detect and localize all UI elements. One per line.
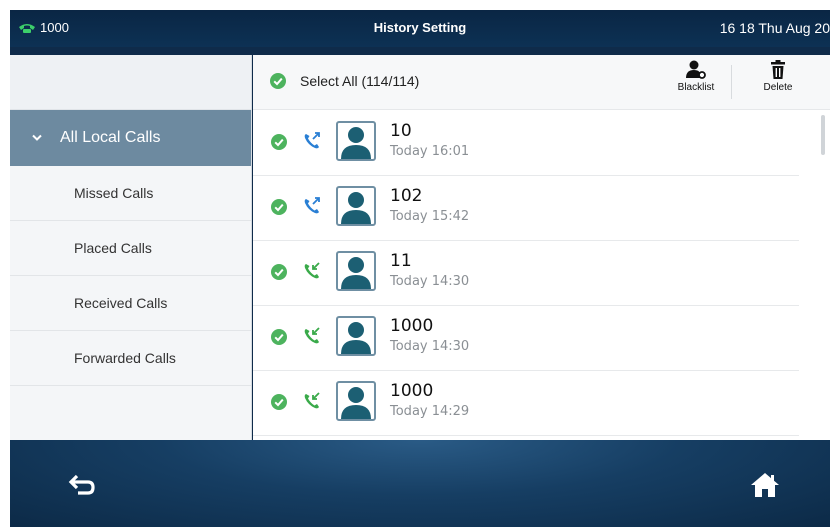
back-button[interactable]: [68, 472, 98, 500]
back-arrow-icon: [68, 474, 95, 495]
check-circle-icon[interactable]: [271, 199, 287, 215]
contact-avatar: [336, 316, 376, 356]
outgoing-call-icon: [304, 132, 320, 149]
date-time: 16 18 Thu Aug 20: [719, 20, 830, 36]
phone-screen: 1000 History Setting 16 18 Thu Aug 20 Al…: [10, 10, 830, 527]
check-circle-icon[interactable]: [271, 329, 287, 345]
sidebar-item-forwarded-calls[interactable]: Forwarded Calls: [10, 331, 251, 386]
call-list-item[interactable]: 1000 Today 14:29: [253, 371, 799, 436]
check-circle-icon[interactable]: [271, 394, 287, 410]
sidebar-item-all-local-calls[interactable]: All Local Calls: [10, 110, 251, 166]
call-list-item[interactable]: 11 Today 14:30: [253, 241, 799, 306]
call-time: Today 15:42: [390, 209, 470, 224]
contact-avatar: [336, 121, 376, 161]
status-bar: 1000 History Setting 16 18 Thu Aug 20: [10, 10, 830, 47]
incoming-call-icon: [304, 392, 320, 409]
person-icon: [341, 387, 371, 419]
call-number: 102: [390, 186, 423, 206]
call-time: Today 14:29: [390, 404, 470, 419]
person-icon: [341, 322, 371, 354]
call-number: 11: [390, 251, 412, 271]
call-list: 10 Today 16:01 102 Today 15:42 11 Today …: [253, 111, 830, 440]
blacklist-label: Blacklist: [677, 82, 715, 93]
delete-label: Delete: [763, 82, 793, 93]
home-button[interactable]: [750, 471, 780, 499]
home-icon: [751, 473, 779, 497]
page-title: History Setting: [373, 20, 467, 35]
sidebar-item-label: Forwarded Calls: [74, 350, 176, 366]
call-list-item[interactable]: 1000 Today 14:30: [253, 306, 799, 371]
toolbar-divider: [731, 65, 732, 99]
call-number: 1000: [390, 316, 434, 336]
person-icon: [341, 192, 371, 224]
call-time: Today 16:01: [390, 144, 470, 159]
sidebar-item-label: All Local Calls: [60, 129, 161, 146]
sidebar-item-label: Received Calls: [74, 295, 168, 311]
sidebar: All Local Calls Missed Calls Placed Call…: [10, 55, 252, 440]
call-list-item[interactable]: 10 Today 16:01: [253, 111, 799, 176]
select-all-checkbox[interactable]: Select All (114/114): [270, 73, 419, 89]
incoming-call-icon: [304, 262, 320, 279]
sidebar-item-missed-calls[interactable]: Missed Calls: [10, 166, 251, 221]
blacklist-button[interactable]: Blacklist: [666, 60, 726, 106]
sidebar-item-label: Placed Calls: [74, 240, 152, 256]
contact-avatar: [336, 251, 376, 291]
contact-avatar: [336, 381, 376, 421]
check-circle-icon: [270, 73, 286, 89]
call-list-item[interactable]: 102 Today 15:42: [253, 176, 799, 241]
sidebar-item-placed-calls[interactable]: Placed Calls: [10, 221, 251, 276]
incoming-call-icon: [304, 327, 320, 344]
person-icon: [341, 257, 371, 289]
call-time: Today 14:30: [390, 274, 470, 289]
outgoing-call-icon: [304, 197, 320, 214]
call-time: Today 14:30: [390, 339, 470, 354]
delete-button[interactable]: Delete: [748, 60, 808, 106]
sidebar-header: [10, 55, 251, 110]
bottom-nav-bar: [10, 440, 830, 527]
call-history-panel: Select All (114/114) Blacklist Delete 10…: [253, 55, 830, 440]
sidebar-item-label: Missed Calls: [74, 185, 154, 201]
call-number: 10: [390, 121, 412, 141]
check-circle-icon[interactable]: [271, 134, 287, 150]
user-block-icon: [686, 60, 706, 79]
check-circle-icon[interactable]: [271, 264, 287, 280]
chevron-down-icon: [32, 134, 42, 141]
contact-avatar: [336, 186, 376, 226]
toolbar: Select All (114/114) Blacklist Delete: [253, 55, 830, 110]
person-icon: [341, 127, 371, 159]
trash-icon: [771, 60, 785, 79]
select-all-label: Select All (114/114): [300, 73, 420, 89]
sidebar-item-received-calls[interactable]: Received Calls: [10, 276, 251, 331]
scrollbar[interactable]: [821, 115, 825, 155]
call-number: 1000: [390, 381, 434, 401]
